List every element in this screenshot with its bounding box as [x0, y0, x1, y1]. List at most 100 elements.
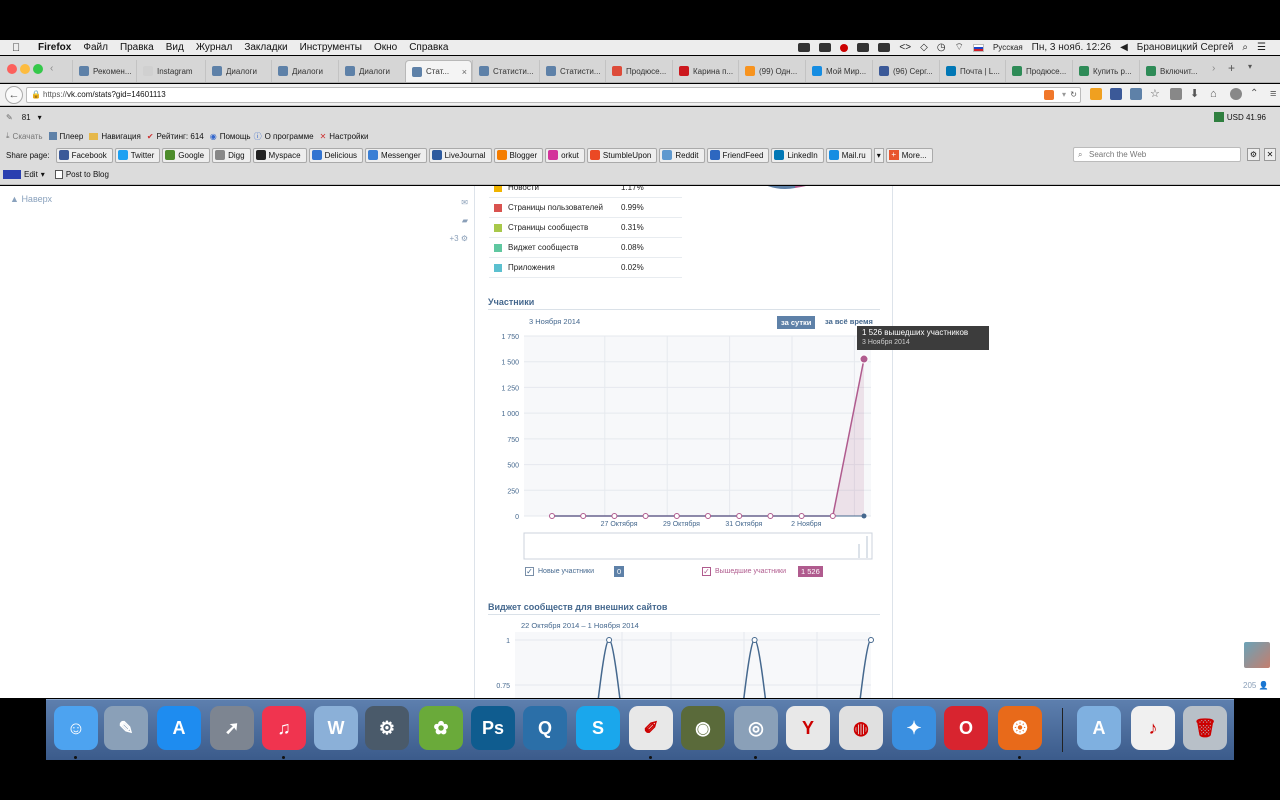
- browser-tab[interactable]: Диалоги: [205, 60, 271, 82]
- reload-icon[interactable]: ↻: [1070, 88, 1077, 102]
- menu-icon[interactable]: ≡: [1270, 88, 1280, 100]
- trash-icon[interactable]: 🗑: [1183, 706, 1227, 750]
- extension-icon[interactable]: ⌃: [1250, 88, 1262, 100]
- window-minimize-button[interactable]: [20, 64, 30, 74]
- settings-button[interactable]: ✕ Настройки: [320, 132, 369, 141]
- online-count[interactable]: 205 👤: [1243, 681, 1269, 690]
- mp3-icon[interactable]: ♪: [1131, 706, 1175, 750]
- bookmark-star-dropdown-icon[interactable]: ▾: [1062, 88, 1066, 102]
- status-app-icon[interactable]: [819, 43, 832, 52]
- share-digg-button[interactable]: Digg: [212, 147, 251, 163]
- input-language[interactable]: Русская: [993, 43, 1023, 52]
- new-members-checkbox[interactable]: ✓: [525, 567, 534, 576]
- tab-list-icon[interactable]: ▾: [1248, 62, 1252, 71]
- code-icon[interactable]: <>: [899, 42, 911, 53]
- share-mailru-button[interactable]: Mail.ru: [825, 147, 872, 163]
- menubar-user-name[interactable]: Брановицкий Сергей: [1137, 42, 1234, 53]
- share-orkut-button[interactable]: orkut: [545, 147, 585, 163]
- share-google-button[interactable]: Google: [162, 147, 211, 163]
- bookmark-star-icon[interactable]: ☆: [1150, 88, 1162, 100]
- firefox-icon[interactable]: ❂: [998, 706, 1042, 750]
- back-to-top-link[interactable]: ▲ Наверх: [10, 194, 52, 204]
- tab-close-icon[interactable]: ×: [462, 67, 467, 77]
- url-bar[interactable]: 🔒 https://vk.com/stats?gid=14601113 ▾ ↻: [26, 87, 1081, 103]
- textedit-icon[interactable]: ✐: [629, 706, 673, 750]
- left-members-checkbox[interactable]: ✓: [702, 567, 711, 576]
- applications-folder-icon[interactable]: A: [1077, 706, 1121, 750]
- home-icon[interactable]: ⌂: [1210, 88, 1222, 100]
- facebook-icon[interactable]: [1110, 88, 1122, 100]
- menu-edit[interactable]: Правка: [120, 42, 154, 53]
- period-all-button[interactable]: за всё время: [825, 317, 873, 326]
- opera-icon[interactable]: O: [944, 706, 988, 750]
- counter-widget[interactable]: ✎ 81 ▾: [6, 113, 42, 122]
- share-myspace-button[interactable]: Myspace: [252, 147, 307, 163]
- about-button[interactable]: ⓘ О программе: [254, 131, 314, 142]
- share-dropdown-icon[interactable]: ▾: [873, 147, 884, 163]
- menu-firefox[interactable]: Firefox: [38, 42, 71, 53]
- share-blogger-button[interactable]: Blogger: [493, 147, 544, 163]
- status-app-icon[interactable]: [878, 43, 891, 52]
- apple-menu-icon[interactable]: : [12, 42, 26, 54]
- browser-tab[interactable]: Мой Мир...: [805, 60, 872, 82]
- gear-icon[interactable]: ⚙: [1247, 148, 1260, 161]
- browser-tab[interactable]: Диалоги: [338, 60, 405, 82]
- new-members-toggle[interactable]: ✓ Новые участники 0: [525, 566, 625, 577]
- launchpad-icon[interactable]: ➚: [210, 706, 254, 750]
- chrome-icon[interactable]: ◍: [839, 706, 883, 750]
- menubar-clock[interactable]: Пн, 3 нояб. 12:26: [1032, 42, 1111, 53]
- share-friendfeed-button[interactable]: FriendFeed: [706, 147, 770, 163]
- browser-tab[interactable]: Продюсе...: [605, 60, 672, 82]
- close-icon[interactable]: ✕: [1264, 148, 1276, 161]
- menu-help[interactable]: Справка: [409, 42, 448, 53]
- mail-icon[interactable]: ✉: [446, 194, 468, 212]
- yandex-browser-icon[interactable]: Y: [786, 706, 830, 750]
- photoshop-icon[interactable]: Ps: [471, 706, 515, 750]
- edit-button[interactable]: Edit ▾: [3, 170, 45, 179]
- menu-view[interactable]: Вид: [166, 42, 184, 53]
- extension-icon[interactable]: [1090, 88, 1102, 100]
- volume-icon[interactable]: ◀: [1120, 42, 1128, 53]
- share-messenger-button[interactable]: Messenger: [365, 147, 427, 163]
- share-livejournal-button[interactable]: LiveJournal: [428, 147, 492, 163]
- browser-tab[interactable]: Стат... ×: [405, 60, 472, 82]
- online-friend-avatar[interactable]: [1244, 642, 1270, 668]
- share-twitter-button[interactable]: Twitter: [114, 147, 161, 163]
- download-button[interactable]: ⤓ Скачать: [6, 131, 43, 141]
- browser-tab[interactable]: Почта | L...: [939, 60, 1005, 82]
- menu-file[interactable]: Файл: [83, 42, 108, 53]
- vk-icon[interactable]: [1130, 88, 1142, 100]
- navigation-button[interactable]: Навигация: [89, 132, 141, 141]
- window-close-button[interactable]: [7, 64, 17, 74]
- globe-icon[interactable]: [1230, 88, 1242, 100]
- skype-icon[interactable]: S: [576, 706, 620, 750]
- diamond-icon[interactable]: ◇: [920, 42, 928, 53]
- browser-tab[interactable]: Включит...: [1139, 60, 1208, 82]
- reader-icon[interactable]: [1044, 90, 1054, 100]
- spotlight-icon[interactable]: ⌕: [1242, 42, 1248, 53]
- browser-tab[interactable]: Купить р...: [1072, 60, 1139, 82]
- browser-tab[interactable]: Рекомен...: [72, 60, 136, 82]
- share-more-button[interactable]: + More...: [885, 147, 933, 163]
- wifi-icon[interactable]: ⌔: [955, 41, 964, 54]
- menu-window[interactable]: Окно: [374, 42, 397, 53]
- post-to-blog-button[interactable]: Post to Blog: [54, 170, 109, 179]
- browser-tab[interactable]: Статисти...: [472, 60, 539, 82]
- download-icon[interactable]: ⬇: [1190, 88, 1202, 100]
- app-store-icon[interactable]: A: [157, 706, 201, 750]
- tab-scroll-right-icon[interactable]: ›: [1212, 63, 1215, 74]
- web-search-input[interactable]: ⌕ Search the Web: [1073, 147, 1241, 162]
- share-reddit-button[interactable]: Reddit: [659, 147, 705, 163]
- window-zoom-button[interactable]: [33, 64, 43, 74]
- browser-tab[interactable]: Статисти...: [539, 60, 605, 82]
- browser-tab[interactable]: Instagram: [136, 60, 205, 82]
- left-members-toggle[interactable]: ✓ Вышедшие участники 1 526: [702, 566, 823, 577]
- itunes-icon[interactable]: ♫: [262, 706, 306, 750]
- finder-icon[interactable]: ☺: [54, 706, 98, 750]
- word-icon[interactable]: W: [314, 706, 358, 750]
- share-stumbleupon-button[interactable]: StumbleUpon: [586, 147, 658, 163]
- quicktime-icon[interactable]: Q: [523, 706, 567, 750]
- help-button[interactable]: ◉ Помощь: [210, 132, 251, 141]
- new-tab-icon[interactable]: +: [1228, 61, 1235, 75]
- menu-history[interactable]: Журнал: [196, 42, 233, 53]
